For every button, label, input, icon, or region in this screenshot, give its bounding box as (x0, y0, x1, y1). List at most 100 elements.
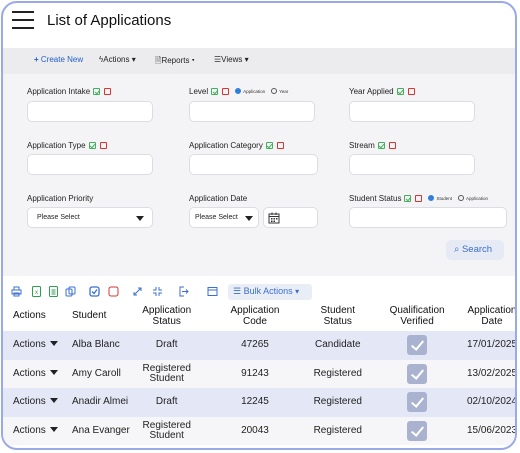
student-name[interactable]: Ana Evanger (61, 416, 130, 445)
row-actions-dropdown[interactable]: Actions (3, 331, 62, 360)
qualification-verified-cell (369, 359, 465, 388)
views-menu-button[interactable]: ☰Views ▾ (214, 55, 249, 64)
actions-menu-button[interactable]: ϟActions ▾ (99, 55, 136, 64)
excel-icon[interactable]: x (31, 286, 42, 297)
stream-input[interactable] (349, 154, 475, 175)
app-window: List of Applications + Create New ϟActio… (1, 1, 517, 450)
level-radio-application[interactable] (235, 88, 242, 94)
verified-checkbox[interactable] (407, 392, 428, 413)
application-intake-input[interactable] (27, 101, 153, 122)
csv-icon[interactable] (48, 286, 59, 297)
include-checkbox-icon[interactable] (88, 142, 96, 149)
table-row[interactable]: Actions Ana Evanger Registered Student 20… (3, 416, 515, 445)
select-all-icon[interactable] (89, 286, 100, 297)
table-actions-bar: x ☰ Bulk Actions ▾ (3, 284, 515, 300)
exclude-checkbox-icon[interactable] (407, 88, 415, 95)
search-button[interactable]: ⌕ Search (446, 240, 504, 260)
application-date: 02/10/2024 (464, 388, 515, 417)
create-new-label: Create New (40, 55, 84, 64)
exclude-checkbox-icon[interactable] (415, 195, 423, 202)
verified-checkbox[interactable] (407, 420, 428, 441)
deselect-all-icon[interactable] (108, 286, 119, 297)
columns-icon[interactable] (207, 286, 218, 297)
bulk-actions-button[interactable]: ☰ Bulk Actions ▾ (228, 284, 312, 300)
caret-down-icon: ▾ (131, 55, 136, 64)
student-status: Registered (306, 388, 370, 417)
calendar-icon[interactable] (267, 211, 281, 225)
include-checkbox-icon[interactable] (93, 88, 101, 95)
student-status-radio-student[interactable] (428, 195, 435, 201)
include-checkbox-icon[interactable] (404, 195, 412, 202)
include-checkbox-icon[interactable] (396, 88, 404, 95)
student-status-label: Student Status Student Application (349, 194, 489, 203)
application-date-select[interactable]: Please Select (189, 207, 259, 228)
student-name[interactable]: Anadir Almei (61, 388, 130, 417)
reports-menu-button[interactable]: 🗎Reports ▾ (155, 55, 195, 69)
column-header-student-status[interactable]: Student Status (306, 300, 369, 331)
bulk-actions-label: Bulk Actions (243, 286, 293, 296)
year-applied-input[interactable] (349, 101, 475, 122)
chevron-down-icon (136, 216, 144, 221)
caret-down-icon: ▾ (191, 56, 195, 65)
student-name[interactable]: Alba Blanc (61, 331, 130, 360)
column-header-qualification-verified[interactable]: Qualification Verified (369, 300, 465, 331)
plus-icon: + (34, 55, 39, 64)
exclude-checkbox-icon[interactable] (276, 142, 284, 149)
caret-down-icon: ▾ (244, 55, 249, 64)
level-radio-year[interactable] (271, 88, 278, 94)
search-icon: ⌕ (454, 244, 460, 255)
exclude-checkbox-icon[interactable] (99, 142, 107, 149)
student-status-radio-application[interactable] (458, 195, 464, 201)
application-date-label: Application Date (189, 194, 248, 203)
exclude-checkbox-icon[interactable] (222, 88, 230, 95)
svg-text:x: x (35, 290, 38, 296)
application-code: 20043 (203, 416, 307, 445)
student-status-input[interactable] (349, 207, 507, 228)
print-icon[interactable] (11, 286, 22, 297)
caret-down-icon: ▾ (295, 287, 300, 296)
copy-icon[interactable] (65, 286, 76, 297)
application-status: Registered Student (129, 416, 204, 445)
application-date-input[interactable] (263, 207, 318, 228)
collapse-icon[interactable] (152, 286, 163, 297)
student-status: Registered (306, 416, 370, 445)
actions-menu-label: Actions (103, 55, 130, 64)
table-row[interactable]: Actions Alba Blanc Draft 47265 Candidate… (3, 331, 515, 360)
column-header-application-status[interactable]: Application Status (130, 300, 204, 331)
level-label: Level Application Year (189, 87, 289, 96)
qualification-verified-cell (369, 416, 465, 445)
table-row[interactable]: Actions Anadir Almei Draft 12245 Registe… (3, 388, 515, 417)
create-new-button[interactable]: + Create New (34, 55, 83, 64)
exclude-checkbox-icon[interactable] (388, 142, 396, 149)
row-actions-dropdown[interactable]: Actions (3, 388, 62, 417)
include-checkbox-icon[interactable] (265, 142, 273, 149)
verified-checkbox[interactable] (407, 363, 428, 384)
column-header-application-date[interactable]: Application Date (465, 300, 515, 331)
column-header-student[interactable]: Student (62, 300, 130, 331)
application-intake-label: Application Intake (27, 87, 112, 96)
hamburger-menu-icon[interactable] (12, 11, 34, 29)
include-checkbox-icon[interactable] (377, 142, 385, 149)
student-name[interactable]: Amy Caroll (61, 359, 130, 388)
caret-down-icon (49, 341, 58, 347)
level-input[interactable] (189, 101, 315, 122)
application-status: Draft (129, 331, 204, 360)
caret-down-icon (49, 398, 58, 404)
expand-icon[interactable] (132, 286, 143, 297)
column-header-application-code[interactable]: Application Code (204, 300, 307, 331)
application-type-input[interactable] (27, 154, 153, 175)
views-menu-label: Views (221, 55, 243, 64)
application-category-input[interactable] (189, 154, 318, 175)
table-row[interactable]: Actions Amy Caroll Registered Student 912… (3, 359, 515, 388)
application-status: Registered Student (129, 359, 204, 388)
exclude-checkbox-icon[interactable] (104, 88, 112, 95)
list-icon: ☰ (233, 286, 242, 296)
export-icon[interactable] (178, 286, 189, 297)
row-actions-dropdown[interactable]: Actions (3, 416, 62, 445)
application-priority-label: Application Priority (27, 194, 94, 203)
verified-checkbox[interactable] (407, 335, 428, 356)
student-status: Registered (306, 359, 370, 388)
application-priority-select[interactable]: Please Select (27, 207, 153, 228)
include-checkbox-icon[interactable] (211, 88, 219, 95)
row-actions-dropdown[interactable]: Actions (3, 359, 62, 388)
